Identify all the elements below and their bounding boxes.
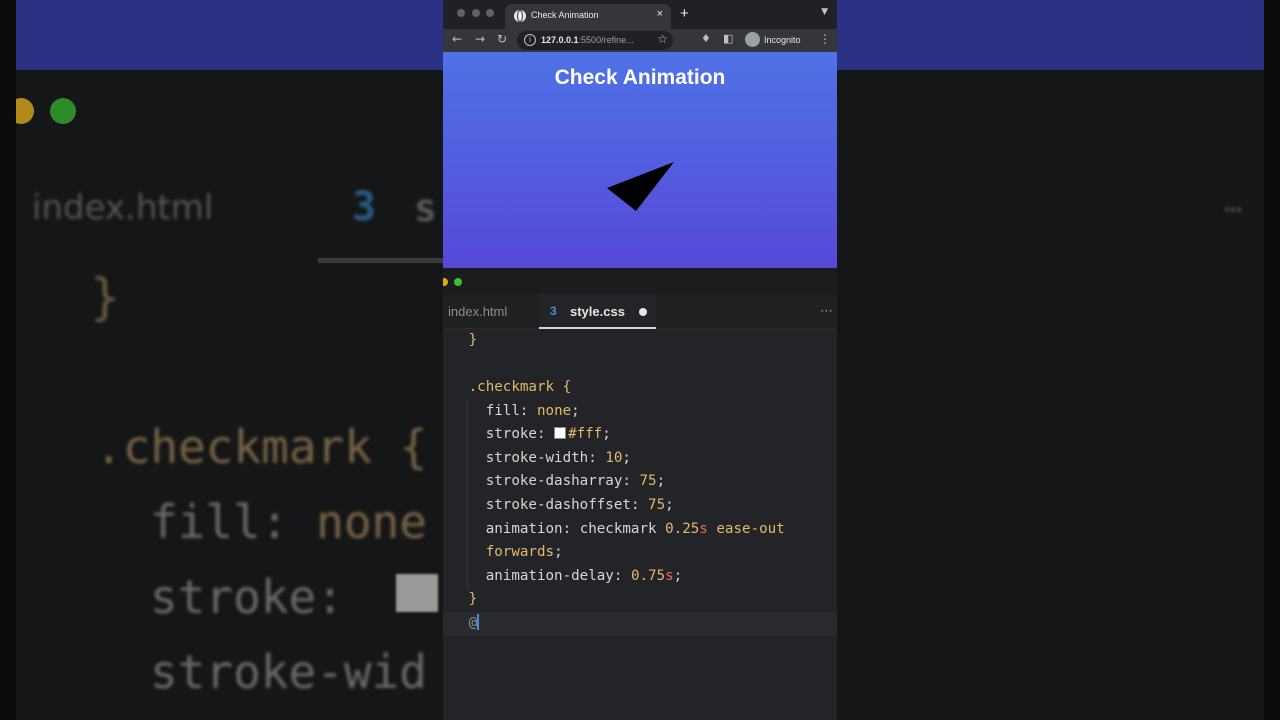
code-value: 0.25 (665, 520, 700, 537)
code-value: 0.75 (630, 567, 666, 584)
tab-style-css[interactable]: 3 style.css (539, 294, 656, 329)
browser-tab-title: Check Animation (531, 10, 599, 20)
unsaved-dot-icon[interactable] (639, 308, 647, 316)
code-line: forwards; (485, 544, 563, 561)
window-close-dot[interactable] (457, 9, 465, 17)
chevron-down-icon[interactable]: ▼ (821, 7, 828, 17)
reload-icon[interactable]: ↻ (497, 32, 507, 46)
url-host: 127.0.0.1 (541, 35, 579, 45)
background-stroke-width-line: stroke-wid (150, 645, 427, 699)
code-value: #fff (568, 426, 603, 443)
code-value: forwards (485, 544, 555, 561)
background-selector: .checkmark { (95, 420, 428, 474)
code-line: .checkmark { (443, 376, 837, 400)
phone-frame: Check Animation × + ▼ ← → ↻ i 127.0.0.1:… (443, 0, 837, 720)
code-property: stroke (485, 426, 537, 443)
code-line: fill: none; (485, 402, 580, 419)
new-tab-button[interactable]: + (680, 5, 689, 22)
background-css-icon: 3 (352, 184, 377, 230)
browser-tab[interactable]: Check Animation × (505, 4, 671, 29)
code-line: stroke-dasharray: 75; (485, 473, 666, 490)
side-panel-icon[interactable]: ◧ (723, 32, 733, 45)
url-text: 127.0.0.1:5500/refine... (541, 35, 634, 45)
code-line: } (443, 588, 837, 612)
globe-icon (514, 10, 526, 22)
code-line: stroke: #fff; (485, 426, 611, 443)
code-property: stroke-width (485, 449, 589, 466)
address-bar[interactable]: i 127.0.0.1:5500/refine... ☆ (517, 31, 673, 50)
checkmark-graphic (607, 162, 674, 211)
code-close-brace: } (468, 332, 478, 348)
editor-green-dot[interactable] (454, 278, 462, 286)
background-fill-val: none (316, 495, 427, 549)
back-arrow-icon[interactable]: ← (452, 32, 462, 46)
code-value: checkmark (579, 520, 657, 537)
window-minimize-dot[interactable] (472, 9, 480, 17)
tab-index-html[interactable]: index.html (448, 294, 507, 329)
code-property: animation-delay (485, 567, 614, 584)
code-property: fill (485, 402, 520, 419)
code-selector: .checkmark (468, 379, 555, 395)
kebab-menu-icon[interactable]: ⋮ (819, 32, 831, 46)
background-tab-underline (318, 258, 448, 263)
background-green-dot (50, 98, 76, 124)
text-caret (477, 614, 480, 630)
browser-tab-strip: Check Animation × + ▼ (443, 0, 837, 29)
code-value: none (536, 402, 572, 419)
code-at-sign: @ (468, 615, 478, 631)
background-brace: } (90, 268, 121, 326)
window-zoom-dot[interactable] (486, 9, 494, 17)
background-file-tab: index.html (32, 188, 214, 228)
tab-close-icon[interactable]: × (657, 8, 663, 20)
code-value: 75 (648, 497, 666, 513)
bookmark-star-icon[interactable]: ☆ (657, 32, 668, 46)
code-line: } (443, 329, 837, 353)
forward-arrow-icon[interactable]: → (475, 32, 485, 46)
editor-tab-bar: index.html 3 style.css ⋯ (443, 294, 837, 329)
code-close-brace: } (468, 591, 478, 608)
code-editor[interactable]: } .checkmark { fill: none; stroke: #fff;… (443, 329, 837, 720)
tab-style-css-label: style.css (570, 304, 625, 319)
more-actions-icon[interactable]: ⋯ (820, 294, 833, 329)
code-unit: s (699, 520, 708, 537)
code-line: stroke-width: 10; (485, 449, 631, 466)
info-icon[interactable]: i (524, 34, 536, 46)
current-code-line[interactable]: @ (443, 612, 837, 636)
code-value: 10 (605, 449, 623, 466)
code-open-brace: { (562, 379, 572, 395)
css-file-icon: 3 (550, 304, 557, 318)
page-title: Check Animation (554, 66, 726, 89)
incognito-label: Incognito (764, 35, 801, 45)
code-property: stroke-dashoffset (485, 497, 631, 513)
incognito-icon[interactable] (745, 32, 760, 47)
code-property: animation (485, 520, 563, 537)
code-line: animation: checkmark 0.25s ease-out (485, 520, 785, 537)
background-more-icon: ⋯ (1223, 192, 1244, 227)
code-value: 75 (639, 473, 657, 490)
extensions-icon[interactable]: ♦ (701, 32, 711, 45)
background-right-edge (1264, 0, 1280, 720)
code-unit: s (665, 567, 674, 584)
code-property: stroke-dasharray (485, 473, 623, 490)
browser-toolbar: ← → ↻ i 127.0.0.1:5500/refine... ☆ ♦ ◧ I… (443, 29, 837, 52)
background-css-tab: s (414, 186, 437, 230)
background-stroke-line: stroke: (150, 570, 344, 624)
editor-window-bar (443, 268, 837, 294)
background-color-swatch (396, 574, 438, 612)
background-fill-line: fill: none (150, 495, 427, 549)
page-viewport: Check Animation (443, 52, 837, 268)
code-line: stroke-dashoffset: 75; (485, 497, 674, 513)
code-line: animation-delay: 0.75s; (485, 567, 683, 584)
color-swatch[interactable] (554, 427, 567, 440)
background-fill-prop: fill: (150, 495, 317, 549)
background-left-edge (0, 0, 16, 720)
url-path: :5500/refine... (578, 35, 634, 45)
code-value: ease-out (716, 520, 785, 537)
